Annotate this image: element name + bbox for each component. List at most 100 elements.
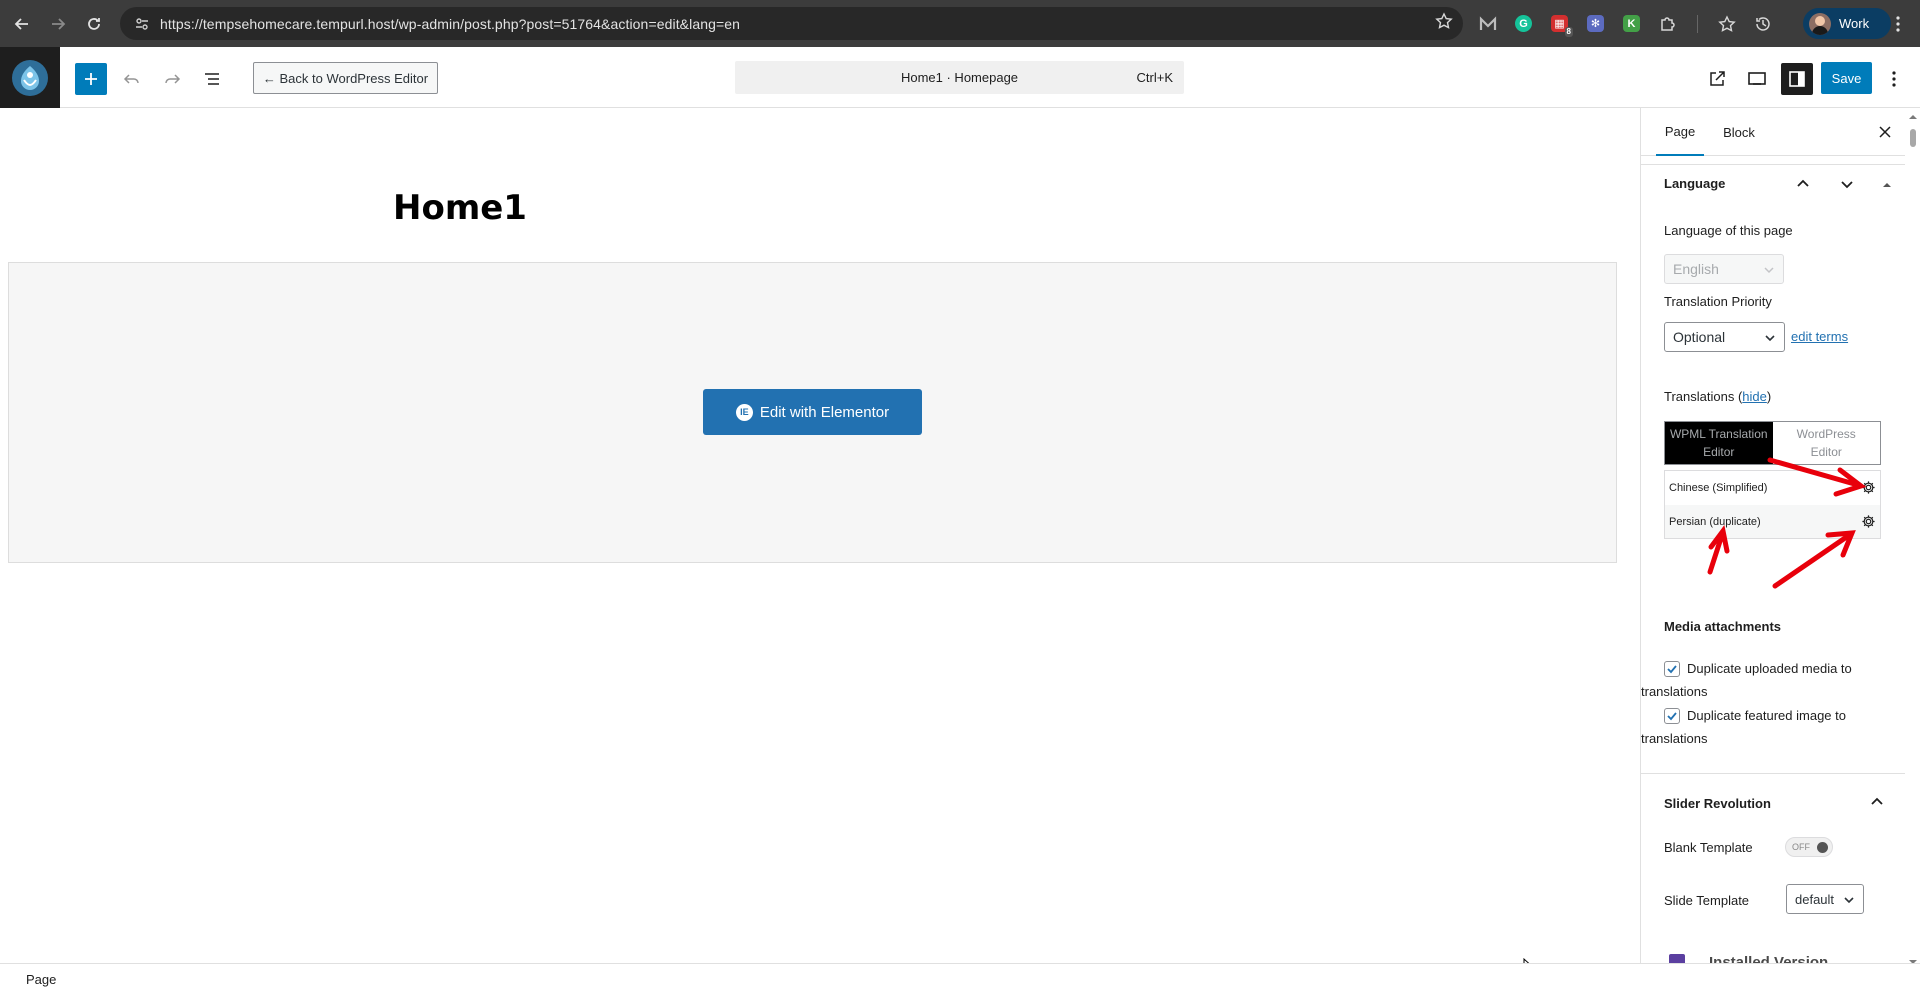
preview-button[interactable]: [1741, 63, 1773, 95]
extensions-puzzle-icon[interactable]: [1653, 9, 1682, 38]
scroll-up-icon: [1626, 110, 1628, 120]
command-palette-bar[interactable]: Home1 · Homepage Ctrl+K: [735, 61, 1184, 94]
media-attachments-heading: Media attachments: [1664, 619, 1782, 634]
redo-button[interactable]: [156, 63, 188, 95]
chevron-down-icon: [1765, 335, 1775, 342]
reload-icon[interactable]: [76, 6, 112, 42]
scroll-up-icon: [1909, 115, 1917, 119]
wp-editor-line1: WordPress: [1796, 427, 1856, 441]
gear-icon[interactable]: [1860, 479, 1876, 495]
language-select: English: [1664, 254, 1784, 284]
wpml-editor-line1: WPML Translation: [1669, 427, 1768, 441]
site-settings-icon[interactable]: [127, 9, 157, 39]
divider: [1641, 773, 1907, 774]
blank-template-toggle[interactable]: OFF: [1785, 837, 1833, 857]
edit-terms-link[interactable]: edit terms: [1791, 329, 1848, 344]
url-text: https://tempsehomecare.tempurl.host/wp-a…: [160, 15, 741, 32]
translation-priority-value: Optional: [1673, 329, 1726, 345]
profile-label: Work: [1839, 16, 1870, 31]
editor-canvas: Home1 IE Edit with Elementor: [0, 108, 1628, 963]
chevron-up-icon[interactable]: [1869, 794, 1885, 810]
wp-editor-line2: Editor: [1810, 445, 1842, 459]
document-overview-button[interactable]: [196, 63, 228, 95]
duplicate-featured-label: Duplicate featured image to translations: [1641, 704, 1894, 750]
back-to-wordpress-editor-button[interactable]: ← Back to WordPress Editor: [253, 62, 438, 94]
command-shortcut: Ctrl+K: [1136, 70, 1173, 85]
page-title[interactable]: Home1: [393, 188, 527, 228]
duplicate-featured-line2: translations: [1641, 731, 1708, 746]
elementor-logo-icon: IE: [735, 403, 753, 421]
edit-with-elementor-button[interactable]: IE Edit with Elementor: [703, 389, 922, 435]
gear-icon[interactable]: [1860, 513, 1876, 529]
slide-template-select[interactable]: default: [1786, 884, 1864, 914]
save-button[interactable]: Save: [1821, 62, 1872, 94]
bookmark-star-icon[interactable]: [1435, 12, 1453, 35]
translation-language-name: Chinese (Simplified): [1669, 481, 1768, 494]
duplicate-featured-line1: Duplicate featured image to: [1687, 708, 1846, 723]
divider: [1641, 164, 1907, 165]
document-title: Home1 · Homepage: [900, 70, 1019, 85]
toggle-knob: [1817, 842, 1828, 853]
translation-priority-select[interactable]: Optional: [1664, 322, 1785, 352]
add-block-button[interactable]: [75, 63, 107, 95]
slider-revolution-heading: Slider Revolution: [1664, 796, 1771, 811]
slide-template-label: Slide Template: [1664, 893, 1750, 908]
settings-sidebar-toggle[interactable]: [1781, 63, 1813, 95]
sidebar-scroll-thumb[interactable]: [1910, 129, 1916, 147]
extension-k-icon[interactable]: K: [1617, 9, 1646, 38]
site-logo-icon[interactable]: [0, 47, 60, 108]
settings-sidebar: Page Block Language Language of this pag…: [1640, 108, 1920, 963]
breadcrumb[interactable]: Page: [26, 972, 56, 987]
translation-language-name: Persian (duplicate): [1669, 515, 1761, 528]
translations-label-text: Translations: [1664, 389, 1735, 404]
desktop-icon: [1748, 72, 1766, 85]
browser-menu-icon[interactable]: [1886, 9, 1910, 39]
duplicate-media-line2: translations: [1641, 684, 1708, 699]
extension-red-icon[interactable]: ▦ 8: [1545, 9, 1574, 38]
view-page-button[interactable]: [1701, 63, 1733, 95]
language-of-page-label: Language of this page: [1664, 223, 1793, 238]
move-up-icon[interactable]: [1795, 176, 1811, 192]
scroll-down-icon: [1626, 956, 1628, 963]
redo-icon: [165, 74, 181, 84]
list-item: Persian (duplicate): [1665, 505, 1880, 538]
tab-block[interactable]: Block: [1716, 108, 1762, 156]
bookmarks-star-icon[interactable]: [1712, 9, 1741, 38]
slider-revolution-icon: [1669, 954, 1685, 963]
chevron-down-icon: [1764, 267, 1774, 274]
collapse-panel-icon[interactable]: [1881, 178, 1893, 190]
external-link-icon: [1710, 71, 1725, 86]
profile-button[interactable]: Work: [1803, 8, 1891, 39]
extension-purple-icon[interactable]: ✻: [1581, 9, 1610, 38]
tab-page[interactable]: Page: [1656, 108, 1704, 156]
address-bar[interactable]: https://tempsehomecare.tempurl.host/wp-a…: [120, 7, 1463, 40]
history-icon[interactable]: [1748, 9, 1777, 38]
wordpress-editor-option[interactable]: WordPress Editor: [1772, 422, 1880, 464]
blank-template-label: Blank Template: [1664, 840, 1753, 855]
extension-m-icon[interactable]: [1473, 9, 1502, 38]
translations-label: Translations (hide): [1664, 389, 1772, 404]
translation-priority-label: Translation Priority: [1664, 294, 1772, 309]
plus-icon: [85, 73, 97, 85]
slide-template-value: default: [1795, 891, 1835, 907]
list-view-icon: [205, 73, 219, 85]
toolbar-separator: [1689, 9, 1705, 38]
wpml-translation-editor-option[interactable]: WPML Translation Editor: [1665, 422, 1773, 464]
duplicate-media-label: Duplicate uploaded media to translations: [1641, 657, 1894, 703]
forward-arrow-icon[interactable]: [40, 6, 76, 42]
hide-translations-link[interactable]: hide: [1742, 389, 1767, 404]
duplicate-media-line1: Duplicate uploaded media to: [1687, 661, 1852, 676]
close-sidebar-icon[interactable]: [1875, 122, 1895, 142]
options-menu-button[interactable]: [1880, 63, 1908, 95]
elementor-button-label: Edit with Elementor: [759, 403, 890, 421]
sidebar-icon: [1789, 71, 1805, 87]
wpml-editor-line2: Editor: [1703, 445, 1735, 459]
language-select-value: English: [1673, 261, 1719, 277]
sidebar-scrollbar[interactable]: [1905, 108, 1920, 964]
installed-version-label: Installed Version: [1709, 954, 1829, 963]
undo-button[interactable]: [116, 63, 148, 95]
canvas-scrollbar[interactable]: [1626, 108, 1628, 963]
move-down-icon[interactable]: [1839, 176, 1855, 192]
back-arrow-icon[interactable]: [4, 6, 40, 42]
grammarly-icon[interactable]: G: [1509, 9, 1538, 38]
